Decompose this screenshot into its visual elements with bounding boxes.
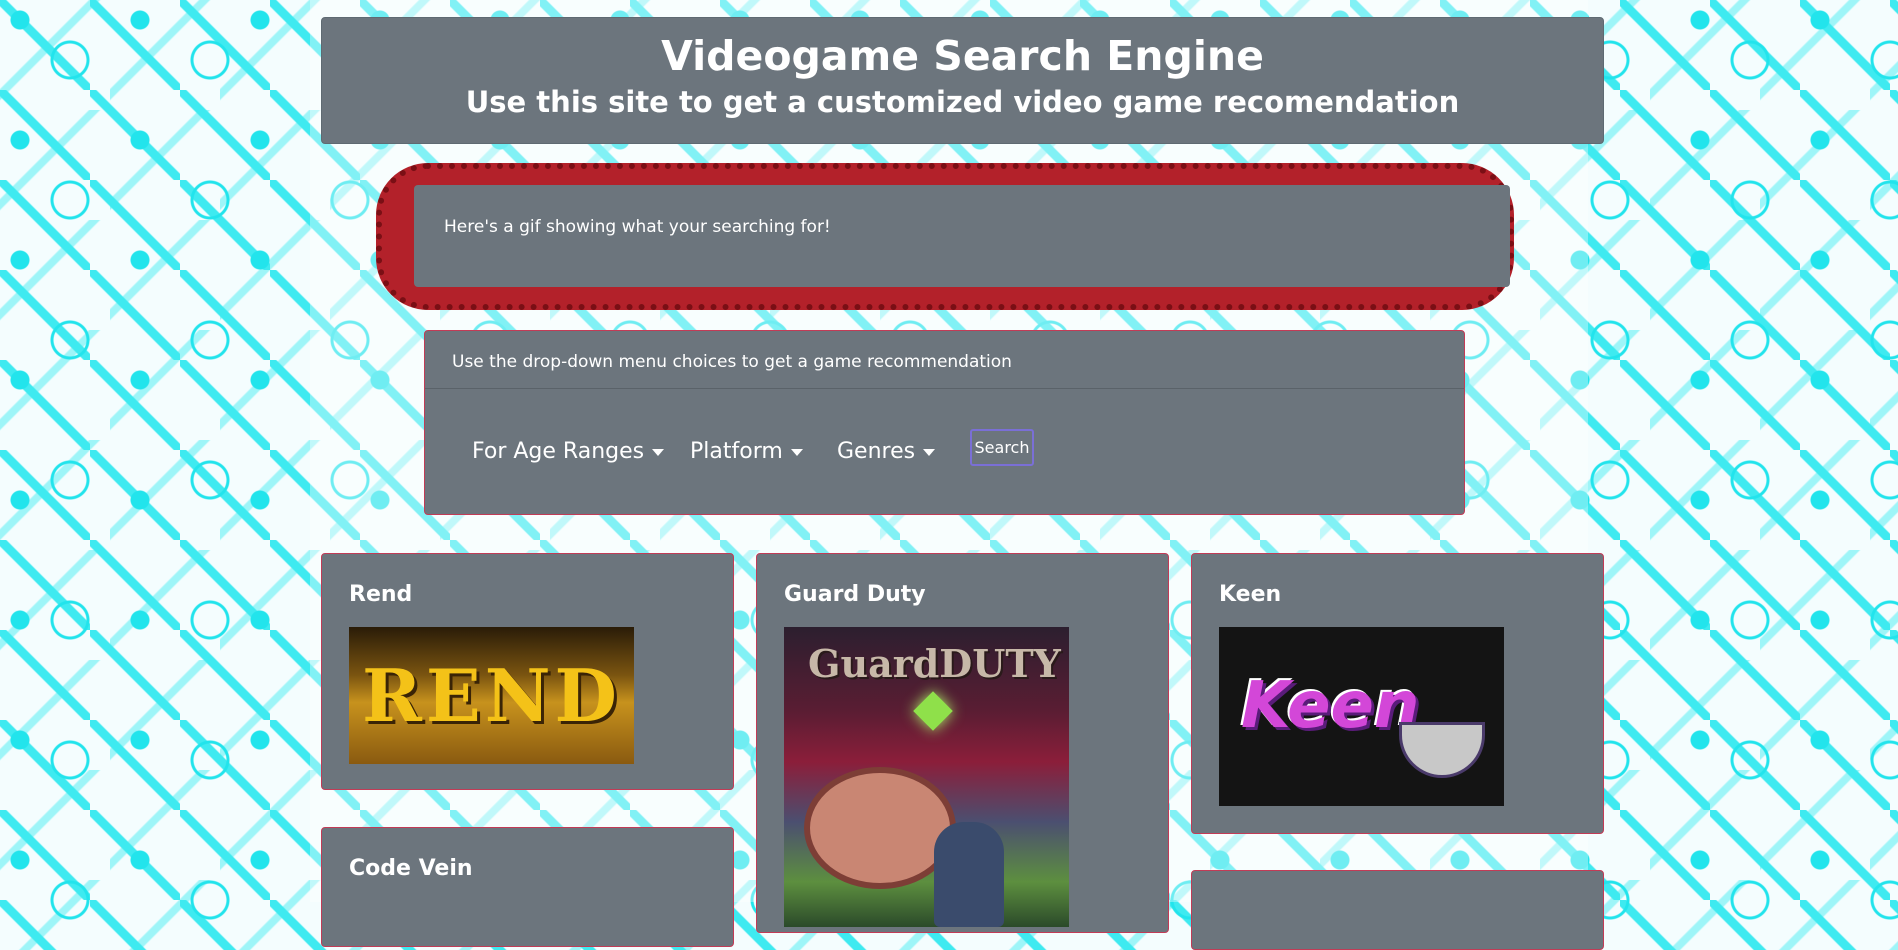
- page-title: Videogame Search Engine: [661, 32, 1264, 80]
- game-cover-image[interactable]: GuardDUTY: [784, 627, 1069, 927]
- game-cover-text: GuardDUTY: [808, 641, 1061, 686]
- search-menu-card: Use the drop-down menu choices to get a …: [424, 330, 1465, 515]
- game-card-code-vein[interactable]: Code Vein: [321, 827, 734, 947]
- game-title: Code Vein: [349, 856, 473, 881]
- game-card[interactable]: [1191, 870, 1604, 950]
- site-header: Videogame Search Engine Use this site to…: [321, 17, 1604, 144]
- game-card-keen[interactable]: Keen Keen: [1191, 553, 1604, 834]
- menu-instruction: Use the drop-down menu choices to get a …: [425, 331, 1464, 389]
- platform-dropdown[interactable]: Platform: [690, 439, 803, 464]
- game-cover-image[interactable]: REND: [349, 627, 634, 764]
- page-subtitle: Use this site to get a customized video …: [465, 85, 1460, 120]
- game-title: Rend: [349, 582, 413, 607]
- game-title: Keen: [1219, 582, 1282, 607]
- chevron-down-icon: [790, 448, 803, 456]
- blade-art: [1399, 722, 1485, 778]
- platform-dropdown-label: Platform: [690, 439, 783, 464]
- hero-art: [934, 822, 1004, 927]
- chevron-down-icon: [652, 448, 665, 456]
- game-cover-text: REND: [362, 653, 621, 738]
- genres-dropdown-label: Genres: [837, 439, 916, 464]
- menu-controls: For Age Ranges Platform Genres Search: [425, 389, 1464, 515]
- game-card-guard-duty[interactable]: Guard Duty GuardDUTY: [756, 553, 1169, 933]
- search-button[interactable]: Search: [970, 429, 1034, 466]
- age-range-dropdown[interactable]: For Age Ranges: [472, 439, 665, 464]
- game-cover-image[interactable]: Keen: [1219, 627, 1504, 806]
- chevron-down-icon: [923, 448, 936, 456]
- gem-art: [913, 691, 953, 731]
- game-title: Guard Duty: [784, 582, 926, 607]
- game-card-rend[interactable]: Rend REND: [321, 553, 734, 790]
- gif-panel: Here's a gif showing what your searching…: [414, 185, 1510, 287]
- game-cover-text: Keen: [1241, 669, 1420, 743]
- genres-dropdown[interactable]: Genres: [837, 439, 936, 464]
- age-range-dropdown-label: For Age Ranges: [472, 439, 645, 464]
- gif-panel-text: Here's a gif showing what your searching…: [444, 217, 831, 237]
